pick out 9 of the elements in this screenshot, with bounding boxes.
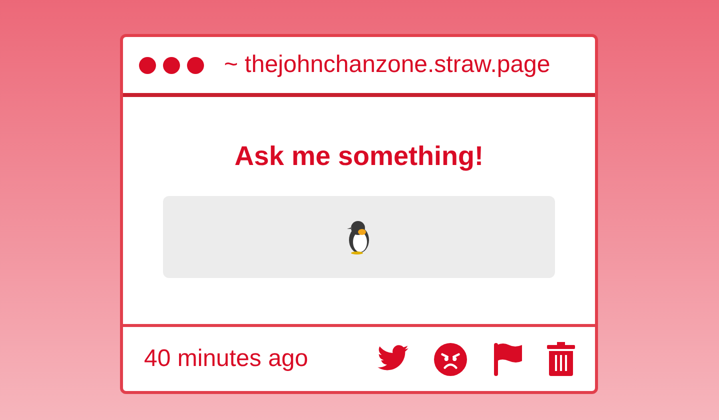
angry-face-icon[interactable]	[434, 342, 467, 376]
site-address: ~ thejohnchanzone.straw.page	[224, 51, 550, 79]
timestamp: 40 minutes ago	[144, 345, 308, 373]
flag-icon[interactable]	[491, 342, 523, 376]
penguin-icon	[347, 219, 371, 255]
window-dots-icon	[139, 56, 204, 74]
bird-icon[interactable]	[376, 345, 410, 373]
heading: Ask me something!	[234, 141, 484, 172]
trash-icon[interactable]	[547, 342, 575, 376]
